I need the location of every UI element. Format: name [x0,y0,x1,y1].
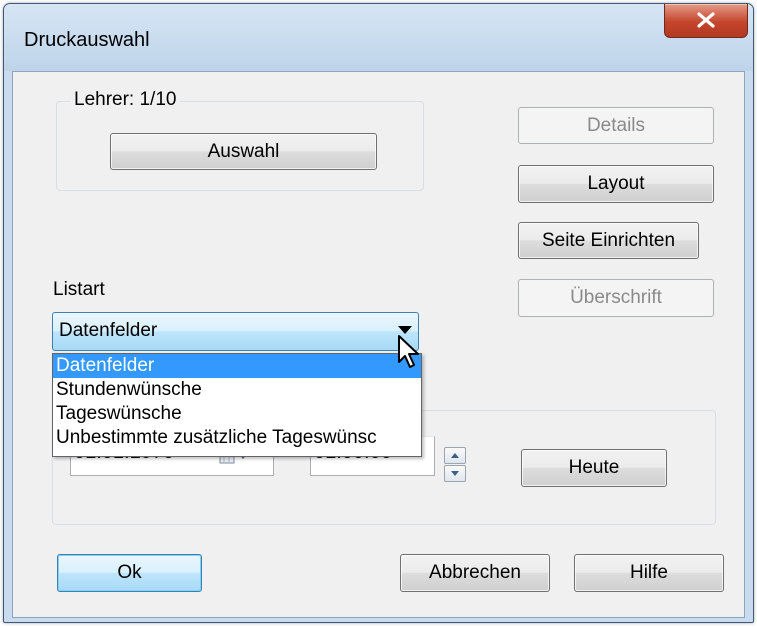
list-type-label: Listart [53,279,105,300]
layout-button-label: Layout [587,173,645,194]
title-bar: Druckauswahl [4,4,753,71]
list-type-options: Datenfelder Stundenwünsche Tageswünsche … [52,353,422,457]
layout-button[interactable]: Layout [518,165,714,203]
arrow-down-icon [451,471,459,476]
help-button-label: Hilfe [629,562,668,583]
page-setup-button-label: Seite Einrichten [541,229,676,251]
list-type-dropdown[interactable]: Datenfelder [52,312,419,351]
heading-button-label: Überschrift [570,287,662,308]
auswahl-button[interactable]: Auswahl [110,133,377,170]
time-spin-down[interactable] [444,465,466,482]
dialog-window: Druckauswahl Lehrer: 1/10 Auswahl Detail… [3,3,754,623]
auswahl-button-label: Auswahl [207,140,280,162]
help-button[interactable]: Hilfe [574,554,724,592]
list-type-selected: Datenfelder [59,320,158,341]
list-option-unbestimmte[interactable]: Unbestimmte zusätzliche Tageswünsc [53,426,421,450]
ok-button[interactable]: Ok [57,554,202,592]
list-option-stundenwuensche[interactable]: Stundenwünsche [53,378,421,402]
ok-button-label: Ok [117,562,142,583]
heading-button[interactable]: Überschrift [518,279,714,317]
cancel-button-label: Abbrechen [429,562,521,583]
arrow-up-icon [451,453,459,458]
today-button[interactable]: Heute [521,449,667,487]
mouse-pointer-icon [398,335,419,368]
cancel-button[interactable]: Abbrechen [400,554,550,592]
page-setup-button[interactable]: Seite Einrichten [518,222,699,259]
today-button-label: Heute [568,457,620,478]
close-icon [697,12,715,28]
teacher-group-label: Lehrer: 1/10 [70,89,181,111]
details-button[interactable]: Details [518,107,714,144]
close-button[interactable] [664,4,748,38]
details-button-label: Details [586,114,646,136]
time-spin-up[interactable] [444,447,466,464]
window-title: Druckauswahl [24,29,150,51]
dialog-client-area: Lehrer: 1/10 Auswahl Details Layout Seit… [12,71,745,618]
list-option-tageswuensche[interactable]: Tageswünsche [53,402,421,426]
list-option-datenfelder[interactable]: Datenfelder [53,354,421,378]
